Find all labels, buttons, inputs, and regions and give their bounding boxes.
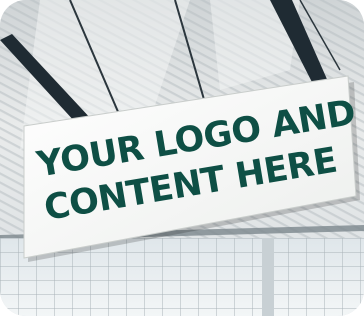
- airport-ceiling-photo: YOUR LOGO AND CONTENT HERE: [0, 0, 364, 316]
- airport-scene: YOUR LOGO AND CONTENT HERE: [0, 0, 364, 316]
